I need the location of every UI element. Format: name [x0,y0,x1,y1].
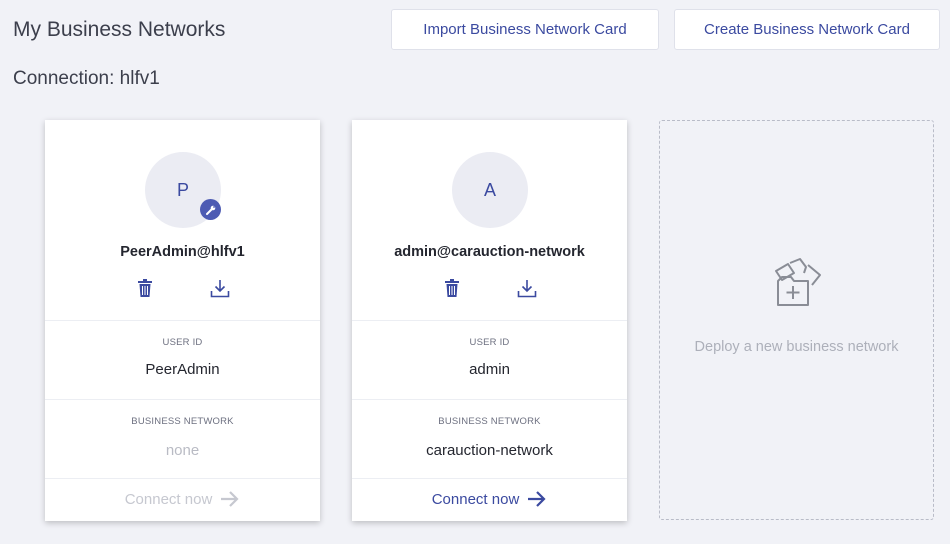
download-icon[interactable] [517,277,537,299]
user-id-value: PeerAdmin [145,361,220,378]
deploy-network-label: Deploy a new business network [694,339,899,355]
divider [45,320,320,321]
import-card-button[interactable]: Import Business Network Card [391,9,659,50]
connect-now-button[interactable]: Connect now [352,490,627,508]
divider [352,399,627,400]
trash-icon[interactable] [135,277,155,299]
network-card-admin: A admin@carauction-network USER ID admin… [352,120,627,521]
user-id-label: USER ID [162,337,203,348]
deploy-network-icon [768,255,828,318]
wrench-icon [200,199,221,220]
trash-icon[interactable] [442,277,462,299]
deploy-network-tile[interactable]: Deploy a new business network [659,120,934,520]
download-icon[interactable] [210,277,230,299]
card-name: admin@carauction-network [394,244,585,260]
card-name: PeerAdmin@hlfv1 [120,244,245,260]
arrow-right-icon [221,491,239,507]
connection-label: Connection: hlfv1 [13,68,160,89]
connect-now-button[interactable]: Connect now [45,490,320,508]
user-id-value: admin [469,361,510,378]
business-network-value: none [165,442,200,459]
divider [45,478,320,479]
arrow-right-icon [528,491,546,507]
divider [45,399,320,400]
connect-now-label: Connect now [431,490,520,508]
business-network-value: carauction-network [426,442,553,459]
create-card-button[interactable]: Create Business Network Card [674,9,940,50]
connect-now-label: Connect now [124,490,213,508]
page-title: My Business Networks [13,18,226,41]
network-card-peeradmin: P PeerAdmin@hlfv1 USER ID PeerAdmin BUSI… [45,120,320,521]
divider [352,320,627,321]
business-network-label: BUSINESS NETWORK [131,416,234,427]
avatar: A [452,152,528,228]
user-id-label: USER ID [469,337,510,348]
business-network-label: BUSINESS NETWORK [438,416,541,427]
divider [352,478,627,479]
